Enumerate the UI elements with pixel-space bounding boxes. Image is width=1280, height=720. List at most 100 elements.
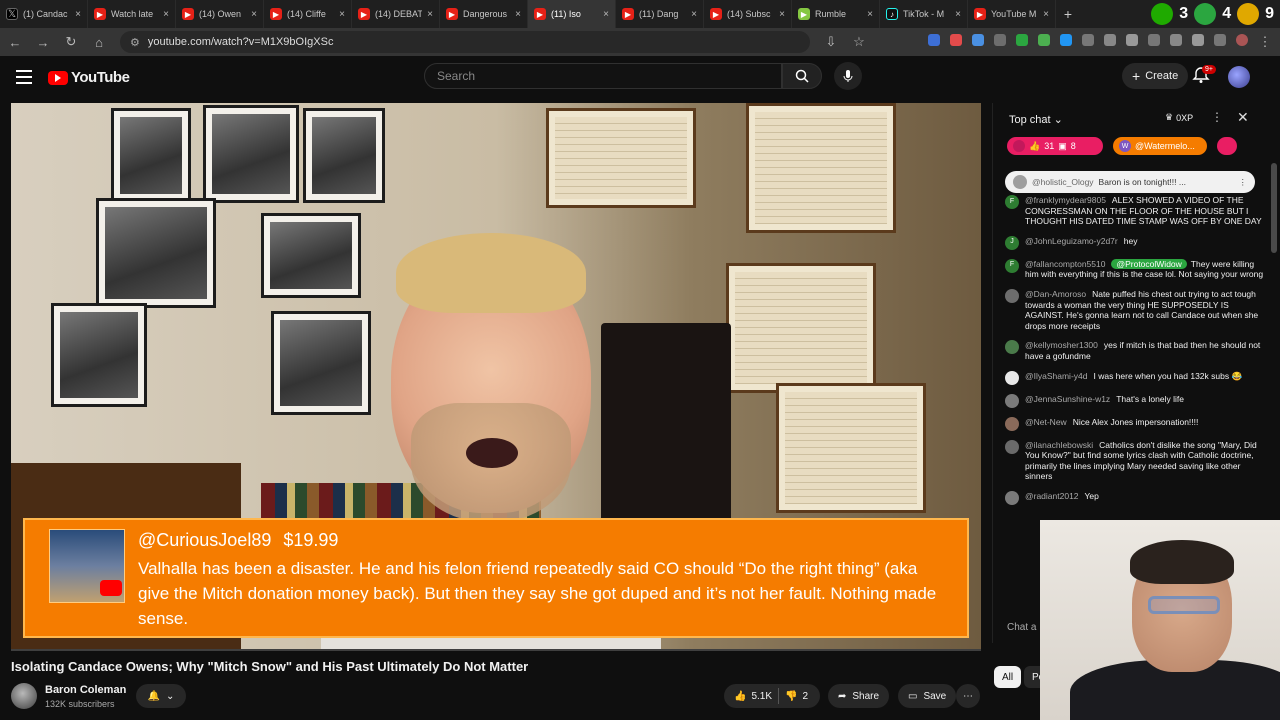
chat-message[interactable]: F @franklymydear9805 ALEX SHOWED A VIDEO O… <box>1005 195 1265 227</box>
extension-icon[interactable] <box>1148 34 1160 46</box>
close-tab-icon[interactable]: × <box>1043 9 1049 20</box>
close-tab-icon[interactable]: × <box>339 9 345 20</box>
more-vertical-icon[interactable]: ⋮ <box>1239 177 1248 188</box>
close-tab-icon[interactable]: × <box>251 9 257 20</box>
chat-message[interactable]: @kellymosher1300 yes if mitch is that bad… <box>1005 340 1265 361</box>
chat-username[interactable]: @franklymydear9805 <box>1025 195 1106 205</box>
chat-message[interactable]: @ilanachlebowski Catholics don't dislike … <box>1005 439 1265 482</box>
extension-icon[interactable] <box>1214 34 1226 46</box>
pinned-message[interactable]: @holistic_Ology Baron is on tonight!!! .… <box>1005 171 1255 193</box>
chat-message[interactable]: @radiant2012 Yep <box>1005 490 1265 505</box>
share-button[interactable]: ➦ Share <box>828 684 890 708</box>
browser-tab[interactable]: ▶ (14) Owen × <box>176 0 264 28</box>
reload-icon[interactable]: ↻ <box>64 34 78 50</box>
bookmark-star-icon[interactable]: ☆ <box>852 34 866 50</box>
browser-tab[interactable]: ♪ TikTok - M × <box>880 0 968 28</box>
forward-icon[interactable]: → <box>36 35 50 50</box>
close-tab-icon[interactable]: × <box>515 9 521 20</box>
browser-tab[interactable]: ▶ (11) Dang × <box>616 0 704 28</box>
subscribed-notification-button[interactable]: 🔔 ⌄ <box>136 684 186 708</box>
tab-title: (1) Candac <box>23 9 68 19</box>
back-icon[interactable]: ← <box>8 35 22 50</box>
extension-icon[interactable] <box>1170 34 1182 46</box>
browser-tab[interactable]: ▶ (11) Iso × <box>528 0 616 28</box>
chat-message[interactable]: @Net-New Nice Alex Jones impersonation!!!… <box>1005 416 1265 431</box>
profile-icon[interactable] <box>1236 34 1248 46</box>
browser-tab[interactable]: ▶ (14) Subsc × <box>704 0 792 28</box>
extension-icon[interactable] <box>1126 34 1138 46</box>
close-chat-icon[interactable]: ✕ <box>1237 109 1249 126</box>
search-button[interactable] <box>782 63 822 89</box>
like-button[interactable]: 👍 5.1K <box>734 691 772 702</box>
xp-badge[interactable]: ♛ 0XP <box>1165 112 1193 123</box>
chat-message[interactable]: @Dan-Amoroso Nate puffed his chest out tr… <box>1005 288 1265 331</box>
chat-message[interactable]: @JennaSunshine-w1z That's a lonely life <box>1005 393 1265 408</box>
more-actions-button[interactable]: ⋯ <box>956 684 980 708</box>
youtube-logo[interactable]: YouTube <box>48 69 130 86</box>
chat-username[interactable]: @kellymosher1300 <box>1025 340 1098 350</box>
account-avatar[interactable] <box>1228 66 1250 88</box>
extension-icon[interactable] <box>1060 34 1072 46</box>
ticker-item[interactable]: 👍 31 ▣ 8 <box>1007 137 1103 155</box>
video-progress-bar[interactable] <box>11 649 981 651</box>
video-player[interactable]: @CuriousJoel89 $19.99 Valhalla has been a… <box>11 103 981 649</box>
channel-name[interactable]: Baron Coleman <box>45 684 126 696</box>
close-tab-icon[interactable]: × <box>779 9 785 20</box>
install-icon[interactable]: ⇩ <box>824 34 838 50</box>
ticker-item[interactable]: W @Watermelo... <box>1113 137 1207 155</box>
browser-menu-icon[interactable]: ⋮ <box>1258 34 1272 50</box>
avatar <box>1005 370 1019 385</box>
browser-tab[interactable]: ▶ (14) Cliffe × <box>264 0 352 28</box>
close-tab-icon[interactable]: × <box>75 9 81 20</box>
close-tab-icon[interactable]: × <box>603 9 609 20</box>
extension-icon[interactable] <box>972 34 984 46</box>
new-tab-icon[interactable]: + <box>1056 6 1080 22</box>
chat-mode-dropdown[interactable]: Top chat ⌄ <box>1009 113 1063 126</box>
chat-username[interactable]: @radiant2012 <box>1025 491 1079 501</box>
dislike-button[interactable]: 👎 2 <box>785 691 808 702</box>
close-tab-icon[interactable]: × <box>691 9 697 20</box>
chat-message[interactable]: @IlyaShami-y4d I was here when you had 13… <box>1005 370 1265 385</box>
channel-avatar[interactable] <box>11 683 37 709</box>
browser-tab[interactable]: ▶ Watch late × <box>88 0 176 28</box>
extension-icon[interactable] <box>1192 34 1204 46</box>
browser-tab[interactable]: ▶ Rumble × <box>792 0 880 28</box>
close-tab-icon[interactable]: × <box>427 9 433 20</box>
chat-message[interactable]: J @JohnLeguizamo-y2d7r hey <box>1005 235 1265 250</box>
address-bar[interactable]: ⚙ youtube.com/watch?v=M1X9bOIgXSc <box>120 31 810 53</box>
voice-search-button[interactable] <box>834 62 862 90</box>
chat-username[interactable]: @fallancompton5510 <box>1025 259 1105 269</box>
chat-username[interactable]: @ilanachlebowski <box>1025 440 1093 450</box>
extension-icon[interactable] <box>1104 34 1116 46</box>
extension-icon[interactable] <box>950 34 962 46</box>
chat-message[interactable]: F @fallancompton5510 @ProtocolWidow They we… <box>1005 258 1265 280</box>
browser-tab[interactable]: 𝕏 (1) Candac × <box>0 0 88 28</box>
chat-username[interactable]: @Dan-Amoroso <box>1025 289 1086 299</box>
extension-icon[interactable] <box>1016 34 1028 46</box>
chat-username[interactable]: @JohnLeguizamo-y2d7r <box>1025 236 1118 246</box>
home-icon[interactable]: ⌂ <box>92 35 106 50</box>
chat-username[interactable]: @IlyaShami-y4d <box>1025 371 1087 381</box>
search-input[interactable]: Search <box>424 63 782 89</box>
save-button[interactable]: ▭ Save <box>898 684 957 708</box>
hamburger-menu-icon[interactable] <box>16 70 32 84</box>
extension-icon[interactable] <box>994 34 1006 46</box>
create-button[interactable]: + Create <box>1122 63 1189 89</box>
chat-username[interactable]: @Net-New <box>1025 417 1067 427</box>
browser-tab[interactable]: ▶ Dangerous × <box>440 0 528 28</box>
chat-input[interactable]: Chat a <box>1007 622 1036 633</box>
filter-chip-all[interactable]: All <box>994 666 1022 688</box>
close-tab-icon[interactable]: × <box>867 9 873 20</box>
chat-username[interactable]: @JennaSunshine-w1z <box>1025 394 1110 404</box>
close-tab-icon[interactable]: × <box>163 9 169 20</box>
extension-icon[interactable] <box>1038 34 1050 46</box>
chat-scrollbar[interactable] <box>1271 163 1277 253</box>
extension-icon[interactable] <box>1082 34 1094 46</box>
browser-tab[interactable]: ▶ YouTube M × <box>968 0 1056 28</box>
extension-icon[interactable] <box>928 34 940 46</box>
chat-menu-icon[interactable]: ⋮ <box>1211 110 1223 124</box>
close-tab-icon[interactable]: × <box>955 9 961 20</box>
ticker-item[interactable] <box>1217 137 1237 155</box>
browser-tab[interactable]: ▶ (14) DEBAT × <box>352 0 440 28</box>
site-info-icon[interactable]: ⚙ <box>130 36 140 49</box>
